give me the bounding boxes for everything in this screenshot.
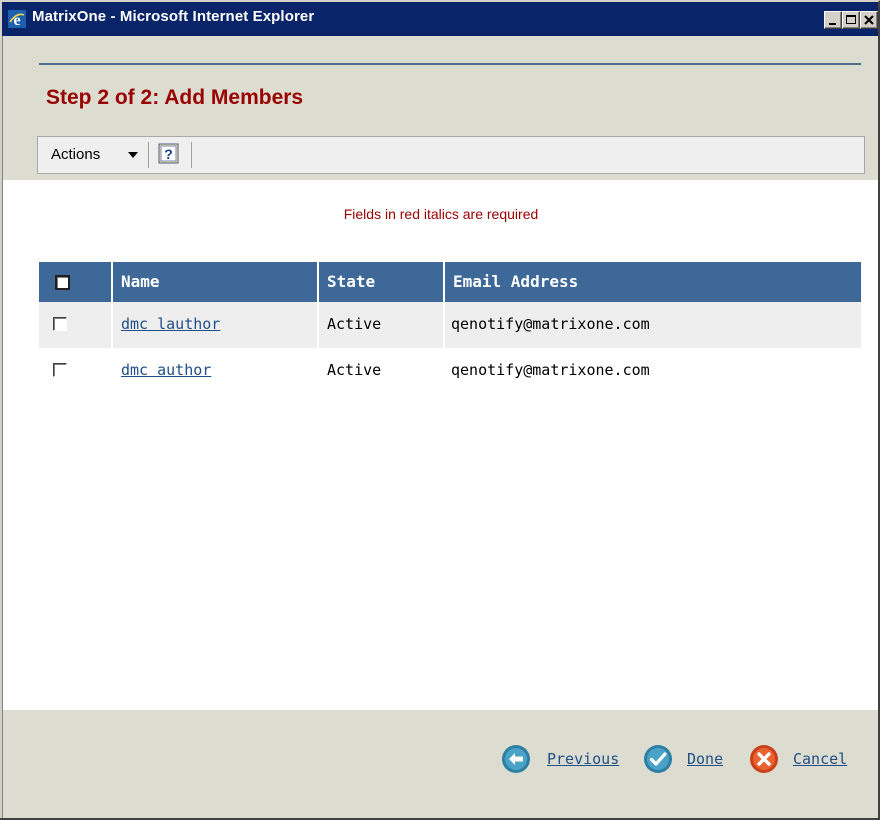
column-divider [443,302,445,348]
toolbar-separator [148,142,149,168]
required-fields-note: Fields in red italics are required [343,206,539,222]
actions-label: Actions [51,146,101,163]
page-title: Step 2 of 2: Add Members [46,86,304,109]
done-label: Done [687,750,724,768]
minimize-icon [829,23,836,25]
close-icon [864,15,874,25]
caret-down-icon [128,152,138,158]
svg-text:?: ? [164,146,173,162]
select-all-checkbox[interactable] [55,275,70,290]
row-checkbox[interactable] [53,317,67,331]
page-footer: Previous Done Cancel [3,710,879,818]
help-icon: ? [158,143,179,164]
x-circle-icon [750,745,778,773]
member-name-link[interactable]: dmc lauthor [121,315,220,333]
browser-window: e MatrixOne - Microsoft Internet Explore… [0,0,880,820]
member-email: qenotify@matrixone.com [451,315,650,333]
column-header-state[interactable]: State [319,262,443,302]
cancel-label: Cancel [793,750,848,768]
member-name-link[interactable]: dmc author [121,361,211,379]
title-bar[interactable]: e MatrixOne - Microsoft Internet Explore… [0,0,880,36]
ie-icon: e [8,10,26,28]
actions-menu[interactable]: Actions [38,137,146,173]
column-header-email[interactable]: Email Address [445,262,861,302]
minimize-button[interactable] [824,11,842,29]
done-button[interactable]: Done [643,744,743,774]
cancel-button[interactable]: Cancel [749,744,861,774]
column-divider [317,302,319,348]
toolbar: Actions ? [37,136,865,174]
table-header: Name State Email Address [39,262,861,302]
checkmark-circle-icon [644,745,672,773]
row-checkbox[interactable] [53,363,67,377]
previous-label: Previous [547,750,620,768]
member-state: Active [327,315,382,333]
help-button[interactable]: ? [158,143,180,165]
close-button[interactable] [860,11,878,29]
previous-button[interactable]: Previous [501,744,631,774]
header-divider [39,63,861,65]
member-state: Active [327,361,382,379]
column-header-name[interactable]: Name [113,262,317,302]
toolbar-separator [191,142,192,168]
maximize-icon [846,15,856,24]
page-header: Step 2 of 2: Add Members Actions ? [3,36,879,180]
column-divider [111,302,113,348]
maximize-button[interactable] [842,11,860,29]
window-title: MatrixOne - Microsoft Internet Explorer [32,8,315,25]
page-content: Step 2 of 2: Add Members Actions ? Field… [2,36,879,818]
table-row: dmc author Active qenotify@matrixone.com [39,348,861,394]
arrow-left-circle-icon [502,745,530,773]
member-email: qenotify@matrixone.com [451,361,650,379]
table-row: dmc lauthor Active qenotify@matrixone.co… [39,302,861,348]
